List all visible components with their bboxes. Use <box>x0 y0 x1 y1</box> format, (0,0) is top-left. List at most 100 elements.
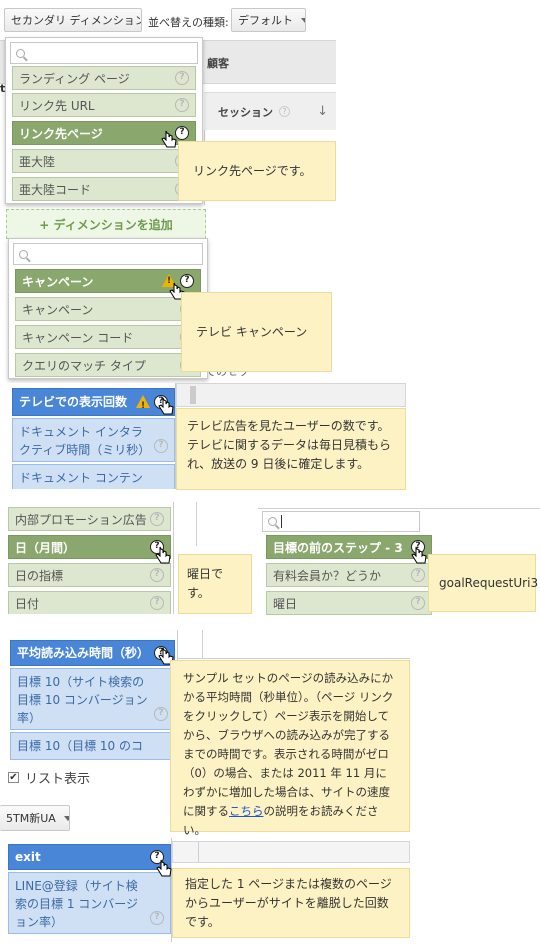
tooltip: 曜日です。 <box>178 554 252 614</box>
tooltip: サンプル セットのページの読み込みにかかる平均時間（秒単位）。（ページ リンクを… <box>170 660 410 837</box>
tooltip-text: goalRequestUri3 <box>439 575 539 590</box>
dimension-option[interactable]: LINE@登録（サイト検索の目標 1 コンバージョン率）? <box>8 872 171 934</box>
checkbox-icon[interactable]: ✔ <box>8 772 19 783</box>
option-label: リンク先ページ <box>19 126 103 141</box>
option-label: ドキュメント コンテンツ <box>19 471 143 485</box>
search-icon <box>268 517 277 526</box>
help-icon[interactable]: ? <box>175 126 189 140</box>
help-icon[interactable]: ? <box>150 911 164 925</box>
dimension-option[interactable]: リンク先 URL? <box>12 93 196 117</box>
panel-1: セカンダリ ディメンション 並べ替えの種類: デフォルト 顧客 t セッション … <box>0 0 336 205</box>
help-icon[interactable]: ? <box>411 568 425 582</box>
help-icon[interactable]: ? <box>150 512 164 526</box>
search-input[interactable] <box>13 243 203 265</box>
list-container: 平均読み込み時間（秒）? 目標 10（サイト検索の目標 10 コンバージョン率）… <box>6 630 178 762</box>
option-label: リンク先 URL <box>19 98 95 113</box>
dimension-option[interactable]: ドキュメント コンテンツ <box>12 464 175 489</box>
dimension-option[interactable]: 日付? <box>8 591 171 614</box>
sort-type-label: 並べ替えの種類: <box>148 16 229 29</box>
option-label: キャンペーン <box>22 302 94 317</box>
dimension-option[interactable]: 曜日? <box>266 591 432 615</box>
list-view-label: リスト表示 <box>25 772 91 787</box>
dimension-option[interactable]: ランディング ページ? <box>12 66 196 90</box>
help-icon[interactable]: ? <box>175 98 189 112</box>
option-label: LINE@登録（サイト検索の目標 1 コンバージョン率） <box>15 879 139 929</box>
option-label: 内部プロモーション広告 <box>15 512 147 527</box>
help-icon[interactable]: ? <box>175 71 189 85</box>
option-label: 有料会員か？どうか <box>273 568 382 583</box>
add-dimension-label: + ディメンションを追加 <box>39 217 173 232</box>
warning-icon <box>136 395 150 415</box>
option-label: exit <box>15 850 41 864</box>
dimension-dropdown-1: ランディング ページ? リンク先 URL? リンク先ページ? 亜大陸? 亜大陸コ… <box>5 37 203 204</box>
option-label: ランディング ページ <box>19 71 130 86</box>
dimension-option-selected[interactable]: exit? <box>8 844 171 870</box>
tooltip: テレビ広告を見たユーザーの数です。テレビに関するデータは毎日見積もられ、放送の … <box>176 408 406 490</box>
tooltip-text: テレビ キャンペーン <box>196 324 308 339</box>
dimension-option[interactable]: 目標 10（サイト検索の目標 10 コンバージョン率）? <box>10 668 175 730</box>
dimension-option-selected[interactable]: 目標の前のステップ - 3? <box>266 535 432 559</box>
tooltip: goalRequestUri3 <box>428 554 539 612</box>
search-input[interactable] <box>262 511 420 532</box>
option-label: 目標の前のステップ - 3 <box>273 540 403 555</box>
table-header-partial: 顧客 <box>207 57 229 70</box>
hand-cursor-icon <box>156 859 172 877</box>
help-icon[interactable]: ? <box>411 596 425 610</box>
tooltip-text: 曜日です。 <box>187 567 224 600</box>
search-input[interactable] <box>10 42 198 64</box>
panel-6: 平均読み込み時間（秒）? 目標 10（サイト検索の目標 10 コンバージョン率）… <box>0 630 412 837</box>
option-label: 日付 <box>15 596 40 611</box>
dimension-option[interactable]: 日の指標? <box>8 563 171 587</box>
panel-3: テレビでの表示回数 ? ドキュメント インタラクティブ時間（ミリ秒）? ドキュメ… <box>0 383 410 491</box>
column-divider <box>202 630 203 658</box>
help-icon[interactable]: ? <box>154 439 168 453</box>
tooltip: リンク先ページです。 <box>178 141 336 201</box>
table-header-bar <box>172 841 410 863</box>
secondary-dimension-button[interactable]: セカンダリ ディメンション <box>4 8 142 32</box>
dimension-option-selected[interactable]: テレビでの表示回数 ? <box>12 388 175 416</box>
scrollbar[interactable] <box>190 386 196 404</box>
dimension-option[interactable]: ドキュメント インタラクティブ時間（ミリ秒）? <box>12 418 175 462</box>
dimension-option-selected[interactable]: 平均読み込み時間（秒）? <box>10 640 175 666</box>
option-label: テレビでの表示回数 <box>19 395 128 409</box>
hand-cursor-icon <box>155 546 171 564</box>
list-view-toggle[interactable]: ✔ リスト表示 <box>8 768 90 787</box>
sessions-label: セッション <box>218 105 273 119</box>
option-label: クエリのマッチ タイプ <box>22 358 146 373</box>
table-row-border <box>178 658 410 659</box>
dimension-option[interactable]: クエリのマッチ タイプ? <box>15 353 201 377</box>
dimension-option[interactable]: 内部プロモーション広告? <box>8 507 171 531</box>
list-container: テレビでの表示回数 ? ドキュメント インタラクティブ時間（ミリ秒）? ドキュメ… <box>8 383 176 489</box>
tooltip-text: テレビ広告を見たユーザーの数です。テレビに関するデータは毎日見積もられ、放送の … <box>187 419 392 471</box>
sort-type-value: デフォルト <box>238 14 293 27</box>
dimension-option[interactable]: 亜大陸コード? <box>12 177 196 201</box>
list-container: exit? LINE@登録（サイト検索の目標 1 コンバージョン率）? <box>6 838 172 942</box>
text-cursor <box>281 515 282 528</box>
sessions-header[interactable]: セッション ? ↓ <box>204 92 336 130</box>
sort-down-icon[interactable]: ↓ <box>317 104 328 119</box>
ua-select-button[interactable]: 5TM新UA <box>0 805 70 831</box>
add-dimension-button[interactable]: + ディメンションを追加 <box>6 209 206 239</box>
help-icon[interactable]: ? <box>150 596 164 610</box>
dimension-dropdown-2: キャンペーン ? キャンペーン? キャンペーン コード? クエリのマッチ タイプ… <box>8 238 208 379</box>
help-icon[interactable]: ? <box>154 707 168 721</box>
dimension-option-selected[interactable]: 日（月間）? <box>8 535 171 559</box>
dimension-option[interactable]: 有料会員か？どうか? <box>266 563 432 587</box>
hand-cursor-icon <box>161 130 177 148</box>
sort-type-select[interactable]: デフォルト <box>231 8 306 32</box>
hand-cursor-icon <box>411 546 427 564</box>
dimension-option[interactable]: 亜大陸? <box>12 149 196 173</box>
list-container: 内部プロモーション広告? 日（月間）? 日の指標? 日付? <box>4 502 174 614</box>
secondary-dimension-label: セカンダリ ディメンション <box>11 14 142 27</box>
tooltip: 指定した 1 ページまたは複数のページからユーザーがサイトを離脱した回数です。 <box>172 868 410 938</box>
chevron-down-icon <box>301 17 305 23</box>
ua-select-label: 5TM新UA <box>6 812 56 825</box>
tooltip-text: リンク先ページです。 <box>193 163 312 178</box>
dimension-option[interactable]: 目標 10（目標 10 のコン <box>10 732 175 760</box>
option-label: キャンペーン <box>22 274 94 289</box>
help-icon[interactable]: ? <box>150 568 164 582</box>
column-divider <box>196 502 197 546</box>
tooltip-link[interactable]: こちら <box>229 804 264 818</box>
option-label: 亜大陸コード <box>19 182 92 197</box>
dimension-option[interactable]: キャンペーン コード? <box>15 325 201 349</box>
